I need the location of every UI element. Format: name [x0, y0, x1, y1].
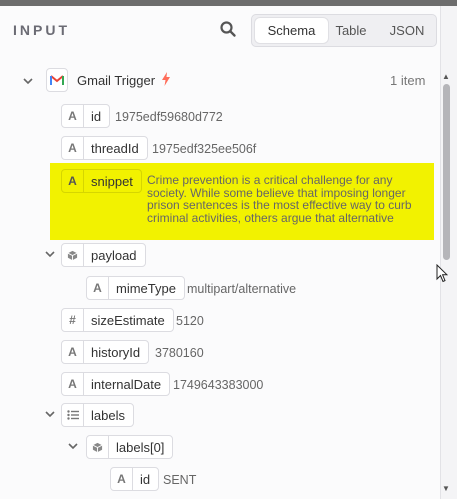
trigger-node-name: Gmail Trigger: [77, 73, 156, 88]
field-snippet[interactable]: A snippet: [61, 169, 142, 193]
cube-icon: [62, 244, 84, 266]
field-sizeEstimate[interactable]: # sizeEstimate: [61, 308, 174, 332]
field-key: payload: [91, 247, 137, 263]
string-type-icon: A: [62, 373, 84, 395]
field-key: historyId: [91, 344, 141, 360]
chevron-down-icon[interactable]: [67, 440, 79, 452]
tab-schema[interactable]: Schema: [255, 18, 328, 43]
field-internalDate[interactable]: A internalDate: [61, 372, 171, 396]
chevron-down-icon[interactable]: [44, 408, 56, 420]
string-type-icon: A: [111, 468, 133, 490]
field-key: snippet: [91, 173, 133, 189]
field-labels-0[interactable]: labels[0]: [86, 435, 174, 459]
field-mimeType[interactable]: A mimeType: [86, 276, 185, 300]
field-id[interactable]: A id: [61, 104, 111, 128]
mouse-cursor-icon: [436, 263, 449, 283]
item-count: 1 item: [390, 73, 426, 88]
field-key: threadId: [91, 140, 139, 156]
string-type-icon: A: [87, 277, 109, 299]
field-value: 1975edf59680d772: [115, 110, 223, 124]
highlighted-row: A snippet Crime prevention is a critical…: [50, 163, 434, 240]
scroll-up-arrow-icon[interactable]: ▲: [442, 72, 450, 81]
tab-json[interactable]: JSON: [378, 15, 436, 46]
field-key: internalDate: [91, 376, 162, 392]
field-key: labels[0]: [116, 439, 165, 455]
number-type-icon: #: [62, 309, 84, 331]
string-type-icon: A: [62, 105, 84, 127]
field-key: id: [91, 108, 102, 124]
field-value: SENT: [163, 473, 197, 487]
bolt-icon: [161, 72, 171, 86]
field-key: labels: [91, 407, 125, 423]
field-value: Crime prevention is a critical challenge…: [147, 173, 412, 225]
cube-icon: [87, 436, 109, 458]
field-key: id: [140, 471, 151, 487]
panel-title: INPUT: [13, 22, 70, 38]
field-key: sizeEstimate: [91, 312, 165, 328]
field-labels[interactable]: labels: [61, 403, 134, 427]
field-value: 5120: [176, 314, 204, 328]
field-payload[interactable]: payload: [61, 243, 146, 267]
string-type-icon: A: [62, 341, 84, 363]
field-value: multipart/alternative: [187, 282, 297, 296]
field-labels-0-id[interactable]: A id: [110, 467, 160, 491]
scroll-down-arrow-icon[interactable]: ▼: [442, 484, 450, 493]
search-icon[interactable]: [219, 20, 237, 38]
field-threadId[interactable]: A threadId: [61, 136, 148, 160]
scrollbar-thumb[interactable]: [443, 84, 450, 260]
gmail-icon: [46, 68, 68, 92]
string-type-icon: A: [62, 137, 84, 159]
list-icon: [62, 404, 84, 426]
chevron-down-icon[interactable]: [22, 75, 34, 87]
view-mode-tabs: Schema Table JSON: [251, 14, 437, 47]
field-value: 1975edf325ee506f: [152, 142, 257, 156]
field-value: 3780160: [155, 346, 204, 360]
string-type-icon: A: [62, 170, 84, 192]
tab-table[interactable]: Table: [328, 15, 374, 46]
field-value: 1749643383000: [173, 378, 264, 392]
chevron-down-icon[interactable]: [44, 248, 56, 260]
field-historyId[interactable]: A historyId: [61, 340, 150, 364]
field-key: mimeType: [116, 280, 176, 296]
